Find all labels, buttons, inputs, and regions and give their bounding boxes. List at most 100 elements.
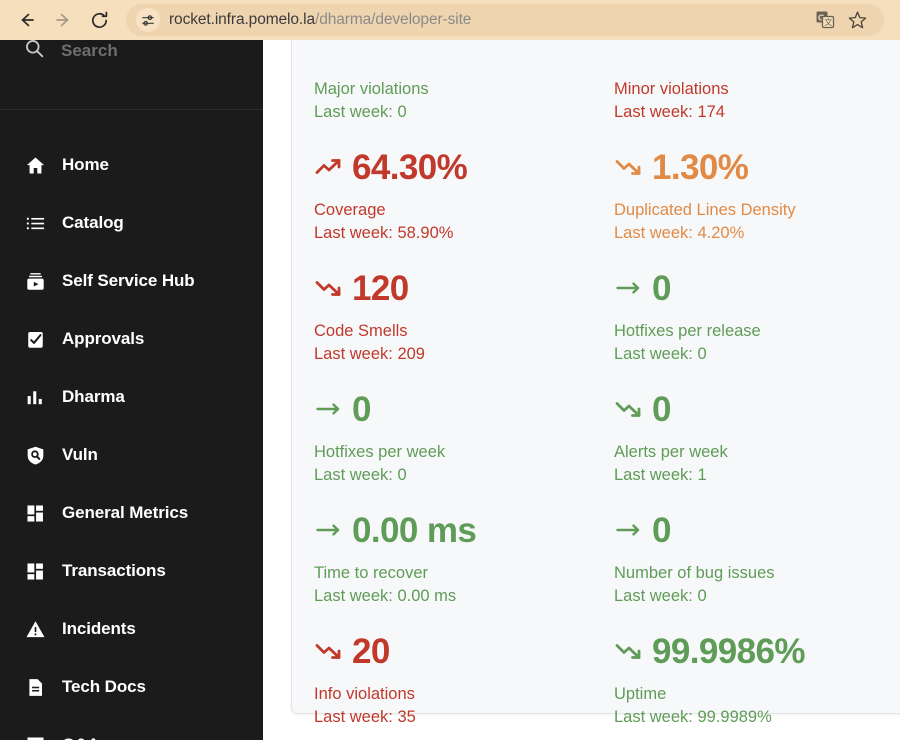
translate-icon[interactable]: G 文 (814, 9, 836, 31)
metric-sub: Last week: 0 (614, 345, 707, 364)
metric-sub: Last week: 4.20% (614, 224, 745, 243)
metric-sub: Last week: 209 (314, 345, 425, 364)
self-service-icon (24, 270, 46, 292)
sidebar-item-label: Incidents (62, 619, 136, 638)
sidebar-item-general-metrics[interactable]: General Metrics (0, 484, 263, 542)
forward-button[interactable] (48, 5, 78, 35)
url-host: rocket.infra.pomelo.la (169, 11, 315, 28)
metric-hotfixes-per-release[interactable]: 0 Hotfixes per release Last week: 0 (614, 259, 900, 380)
metric-label: Duplicated Lines Density (614, 201, 796, 219)
sidebar: Search Home Catalog Self Service Hub App… (0, 40, 263, 740)
metric-coverage[interactable]: 64.30% Coverage Last week: 58.90% (314, 138, 614, 259)
forward-arrow-icon (53, 10, 73, 30)
star-bookmark-icon[interactable] (846, 9, 868, 31)
down-right-arrow-icon (614, 154, 644, 180)
shield-search-icon (24, 444, 46, 466)
metric-sub: Last week: 0 (314, 103, 407, 122)
metric-value-row (614, 40, 900, 69)
sidebar-item-vuln[interactable]: Vuln (0, 426, 263, 484)
reload-button[interactable] (84, 5, 114, 35)
dashboard-icon (24, 560, 46, 582)
browser-toolbar: rocket.infra.pomelo.la/dharma/developer-… (0, 0, 900, 40)
sidebar-item-approvals[interactable]: Approvals (0, 310, 263, 368)
metric-sub: Last week: 0 (314, 466, 407, 485)
sidebar-item-incidents[interactable]: Incidents (0, 600, 263, 658)
sidebar-item-label: Vuln (62, 445, 98, 464)
sidebar-item-transactions[interactable]: Transactions (0, 542, 263, 600)
sidebar-item-label: General Metrics (62, 503, 189, 522)
metrics-grid: Major violations Last week: 0 Minor viol… (314, 40, 900, 740)
metric-value-row: 0 (314, 386, 614, 432)
metric-value-row: 0 (614, 386, 900, 432)
metric-value: 120 (352, 268, 409, 308)
address-bar[interactable]: rocket.infra.pomelo.la/dharma/developer-… (126, 4, 884, 36)
sidebar-item-label: Approvals (62, 329, 145, 348)
metric-value-row: 64.30% (314, 144, 614, 190)
metric-duplicated-lines-density[interactable]: 1.30% Duplicated Lines Density Last week… (614, 138, 900, 259)
metric-label: Minor violations (614, 80, 729, 98)
metric-label: Major violations (314, 80, 429, 98)
reload-icon (89, 10, 110, 31)
sidebar-item-self-service-hub[interactable]: Self Service Hub (0, 252, 263, 310)
metric-info-violations[interactable]: 20 Info violations Last week: 35 (314, 622, 614, 740)
list-icon (24, 212, 46, 234)
back-button[interactable] (12, 5, 42, 35)
metric-label: Time to recover (314, 564, 429, 582)
search-icon (24, 40, 45, 64)
metric-alerts-per-week[interactable]: 0 Alerts per week Last week: 1 (614, 380, 900, 501)
metric-time-to-recover[interactable]: 0.00 ms Time to recover Last week: 0.00 … (314, 501, 614, 622)
down-right-arrow-icon (614, 396, 644, 422)
question-box-icon: ? (24, 734, 46, 740)
sidebar-item-home[interactable]: Home (0, 136, 263, 194)
search-input[interactable]: Search (61, 41, 118, 61)
flat-right-arrow-icon (314, 517, 344, 543)
metric-value: 0 (652, 389, 671, 429)
metric-value-row: 0 (614, 507, 900, 553)
sidebar-item-label: Self Service Hub (62, 271, 195, 290)
metric-code-smells[interactable]: 120 Code Smells Last week: 209 (314, 259, 614, 380)
flat-right-arrow-icon (614, 517, 644, 543)
site-settings-icon[interactable] (136, 8, 160, 32)
sidebar-item-qa[interactable]: ? Q&A (0, 716, 263, 740)
url-text: rocket.infra.pomelo.la/dharma/developer-… (169, 11, 471, 29)
metric-sub: Last week: 0.00 ms (314, 587, 457, 606)
metric-value: 64.30% (352, 147, 468, 187)
metric-sub: Last week: 174 (614, 103, 725, 122)
metric-sub: Last week: 35 (314, 708, 416, 727)
metric-value-row: 120 (314, 265, 614, 311)
metric-number-of-bug-issues[interactable]: 0 Number of bug issues Last week: 0 (614, 501, 900, 622)
flat-right-arrow-icon (614, 275, 644, 301)
sidebar-item-label: Catalog (62, 213, 124, 232)
down-right-arrow-icon (314, 275, 344, 301)
sidebar-item-dharma[interactable]: Dharma (0, 368, 263, 426)
sidebar-item-tech-docs[interactable]: Tech Docs (0, 658, 263, 716)
metric-label: Alerts per week (614, 443, 728, 461)
metric-major-violations[interactable]: Major violations Last week: 0 (314, 40, 614, 138)
back-arrow-icon (17, 10, 37, 30)
metric-value-row: 99.9986% (614, 628, 900, 674)
metric-value: 0 (652, 268, 671, 308)
metric-hotfixes-per-week[interactable]: 0 Hotfixes per week Last week: 0 (314, 380, 614, 501)
warning-triangle-icon (24, 618, 46, 640)
metric-value: 0 (352, 389, 371, 429)
url-path: /dharma/developer-site (314, 11, 472, 28)
bar-chart-icon (24, 386, 46, 408)
metric-uptime[interactable]: 99.9986% Uptime Last week: 99.9989% (614, 622, 900, 740)
metric-label: Hotfixes per release (614, 322, 761, 340)
sidebar-search[interactable]: Search (0, 40, 263, 110)
up-right-arrow-icon (314, 154, 344, 180)
sidebar-nav-list: Home Catalog Self Service Hub Approvals … (0, 110, 263, 740)
metric-label: Code Smells (314, 322, 408, 340)
omnibox-actions: G 文 (814, 9, 874, 31)
metric-label: Number of bug issues (614, 564, 775, 582)
metric-minor-violations[interactable]: Minor violations Last week: 174 (614, 40, 900, 138)
metric-sub: Last week: 0 (614, 587, 707, 606)
sidebar-item-catalog[interactable]: Catalog (0, 194, 263, 252)
svg-text:文: 文 (824, 17, 832, 27)
sidebar-item-label: Tech Docs (62, 677, 146, 696)
metric-value-row: 1.30% (614, 144, 900, 190)
metric-value: 0 (652, 510, 671, 550)
metric-value: 0.00 ms (352, 510, 477, 550)
search-row: Search (24, 40, 118, 64)
page-viewport: Search Home Catalog Self Service Hub App… (0, 40, 900, 740)
